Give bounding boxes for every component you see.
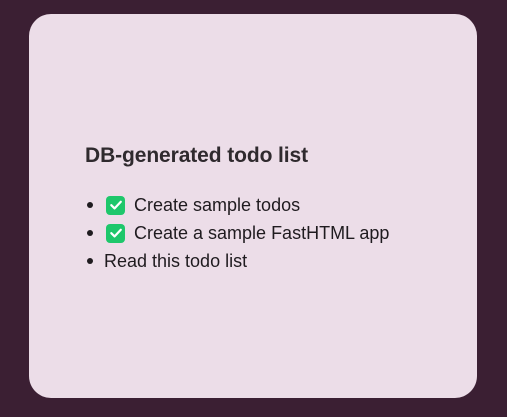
todo-label: Read this todo list — [104, 251, 248, 271]
list-item: Read this todo list — [77, 247, 389, 275]
list-item: Create sample todos — [77, 191, 389, 219]
bullet-icon — [87, 230, 93, 236]
todo-label: Create sample todos — [134, 195, 301, 215]
bullet-icon — [87, 202, 93, 208]
page-title: DB-generated todo list — [85, 144, 308, 167]
list-item: Create a sample FastHTML app — [77, 219, 389, 247]
check-icon — [106, 195, 125, 215]
bullet-icon — [87, 258, 93, 264]
check-icon — [106, 223, 125, 243]
todo-label: Create a sample FastHTML app — [134, 223, 390, 243]
todo-card: DB-generated todo list Create sample tod… — [29, 14, 477, 398]
todo-list: Create sample todos Create a sample Fast… — [77, 191, 389, 275]
